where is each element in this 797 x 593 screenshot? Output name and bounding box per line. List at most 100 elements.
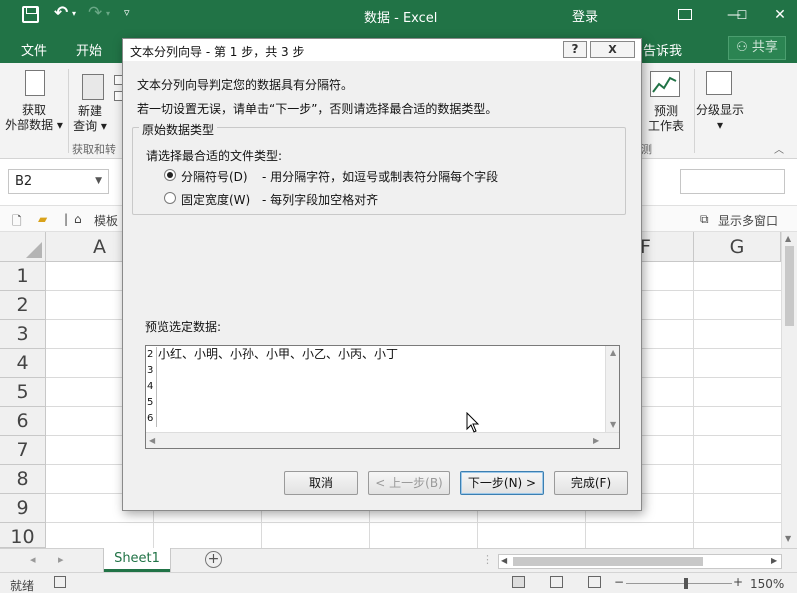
restore-button[interactable]: ☐	[730, 4, 754, 26]
sheet-next-icon[interactable]: ▸	[58, 553, 64, 566]
new-query-label-2: 查询 ▾	[73, 119, 107, 133]
scroll-up-icon[interactable]: ▲	[785, 234, 791, 243]
next-button[interactable]: 下一步(N) >	[460, 471, 544, 495]
close-window-button[interactable]: ✕	[768, 4, 792, 26]
redo-dropdown-icon[interactable]: ▾	[106, 9, 110, 18]
normal-view-icon[interactable]	[512, 576, 525, 588]
vertical-scrollbar[interactable]: ▲ ▼	[781, 232, 797, 548]
row-header[interactable]: 10	[0, 523, 46, 548]
column-header-g[interactable]: G	[694, 232, 781, 262]
add-sheet-button[interactable]: +	[205, 551, 222, 568]
formula-input[interactable]	[680, 169, 785, 194]
page-layout-view-icon[interactable]	[550, 576, 563, 588]
preview-row-number: 3	[147, 363, 157, 379]
preview-horizontal-scrollbar[interactable]: ◀ ▶	[146, 432, 619, 448]
dialog-title-bar[interactable]: 文本分列向导 - 第 1 步，共 3 步 ? X	[123, 39, 641, 61]
home-icon[interactable]: ⌂	[74, 212, 82, 226]
undo-dropdown-icon[interactable]: ▾	[72, 9, 76, 18]
delimited-description: - 用分隔字符，如逗号或制表符分隔每个字段	[262, 170, 499, 184]
preview-row-number: 6	[147, 411, 157, 427]
help-button[interactable]: ?	[563, 41, 587, 58]
show-multi-window-link[interactable]: 显示多窗口	[718, 212, 778, 229]
sign-in-link[interactable]: 登录	[572, 6, 598, 25]
undo-icon[interactable]: ↶	[54, 3, 68, 23]
tab-file[interactable]: 文件	[21, 40, 47, 59]
split-handle-icon[interactable]: ⋮	[482, 553, 493, 566]
divider: |	[64, 212, 69, 226]
delimited-radio-label[interactable]: 分隔符号(D)	[181, 168, 248, 185]
fixed-width-radio[interactable]	[164, 192, 176, 204]
delimited-radio[interactable]	[164, 169, 176, 181]
scroll-left-icon[interactable]: ◀	[149, 436, 155, 445]
data-type-group-label: 原始数据类型	[139, 121, 218, 138]
vertical-scroll-thumb[interactable]	[785, 246, 794, 326]
preview-data-text: 小红、小明、小孙、小甲、小乙、小丙、小丁	[158, 347, 399, 361]
outline-button[interactable]: 分级显示 ▾	[692, 103, 748, 133]
scroll-down-icon[interactable]: ▼	[610, 420, 616, 429]
select-all-corner[interactable]	[0, 232, 46, 262]
name-box-value: B2	[15, 174, 33, 189]
text-to-columns-dialog: 文本分列向导 - 第 1 步，共 3 步 ? X 文本分列向导判定您的数据具有分…	[122, 38, 642, 511]
horizontal-scroll-thumb[interactable]	[513, 557, 703, 566]
tab-tell-me[interactable]: 告诉我	[643, 40, 682, 59]
zoom-out-button[interactable]: −	[614, 575, 624, 589]
get-external-data-label-2: 外部数据 ▾	[5, 118, 63, 132]
zoom-slider-track[interactable]	[626, 583, 732, 584]
customize-quick-access-icon[interactable]: ▿	[124, 6, 130, 19]
gridline	[693, 262, 694, 548]
row-header[interactable]: 1	[0, 262, 46, 291]
dialog-intro-line-2: 若一切设置无误，请单击“下一步”，否则请选择最合适的数据类型。	[137, 102, 498, 116]
scroll-left-icon[interactable]: ◀	[501, 556, 507, 565]
forecast-sheet-button[interactable]: 预测 工作表	[641, 104, 691, 134]
sheet-tab-sheet1[interactable]: Sheet1	[104, 548, 170, 572]
close-dialog-button[interactable]: X	[590, 41, 635, 58]
zoom-level[interactable]: 150%	[750, 577, 784, 591]
page-break-view-icon[interactable]	[588, 576, 601, 588]
row-header[interactable]: 7	[0, 436, 46, 465]
row-header[interactable]: 9	[0, 494, 46, 523]
row-header[interactable]: 6	[0, 407, 46, 436]
new-file-icon[interactable]: 🗋	[12, 212, 22, 233]
mouse-cursor-icon	[466, 412, 480, 433]
preview-area[interactable]: 2 3 4 5 6 小红、小明、小孙、小甲、小乙、小丙、小丁 ▲ ▼ ◀ ▶	[145, 345, 620, 449]
sheet-prev-icon[interactable]: ◂	[30, 553, 36, 566]
chevron-down-icon[interactable]: ▼	[95, 170, 102, 193]
macro-record-icon[interactable]	[54, 576, 66, 588]
new-query-button[interactable]: 新建 查询 ▾	[68, 104, 112, 134]
get-external-data-button[interactable]: 获取 外部数据 ▾	[4, 103, 64, 133]
sheet-tab-bar: ◂ ▸ Sheet1 + ⋮ ◀ ▶	[0, 548, 797, 572]
redo-icon[interactable]: ↷	[88, 3, 102, 23]
multi-window-icon[interactable]: ⧉	[700, 212, 709, 227]
group-forecast-label: 测	[641, 143, 652, 156]
scroll-down-icon[interactable]: ▼	[785, 534, 791, 543]
back-button[interactable]: < 上一步(B)	[368, 471, 450, 495]
zoom-in-button[interactable]: +	[733, 575, 743, 589]
finish-button[interactable]: 完成(F)	[554, 471, 628, 495]
row-header[interactable]: 5	[0, 378, 46, 407]
folder-icon[interactable]: ▰	[38, 212, 47, 226]
collapse-ribbon-icon[interactable]: ︿	[774, 141, 784, 156]
scroll-up-icon[interactable]: ▲	[610, 348, 616, 357]
zoom-slider-knob[interactable]	[684, 578, 688, 589]
cancel-button[interactable]: 取消	[284, 471, 358, 495]
dialog-intro-line-1: 文本分列向导判定您的数据具有分隔符。	[137, 78, 354, 92]
horizontal-scrollbar[interactable]: ◀ ▶	[498, 554, 782, 569]
row-header[interactable]: 4	[0, 349, 46, 378]
scroll-right-icon[interactable]: ▶	[771, 556, 777, 565]
row-header[interactable]: 2	[0, 291, 46, 320]
template-link[interactable]: 模板	[94, 212, 118, 229]
status-ready: 就绪	[10, 579, 35, 593]
dialog-title: 文本分列向导 - 第 1 步，共 3 步	[130, 45, 305, 59]
ribbon-display-options-icon[interactable]	[678, 9, 692, 20]
status-bar: 就绪 − + 150%	[0, 572, 797, 593]
row-header[interactable]: 3	[0, 320, 46, 349]
tab-home[interactable]: 开始	[76, 40, 102, 59]
fixed-width-radio-label[interactable]: 固定宽度(W)	[181, 191, 250, 208]
row-header[interactable]: 8	[0, 465, 46, 494]
outline-icon	[706, 71, 732, 95]
scroll-right-icon[interactable]: ▶	[593, 436, 599, 445]
share-button[interactable]: ⚇ 共享	[728, 36, 786, 60]
save-icon[interactable]	[22, 6, 39, 23]
name-box[interactable]: B2 ▼	[8, 169, 109, 194]
preview-vertical-scrollbar[interactable]: ▲ ▼	[605, 346, 619, 432]
